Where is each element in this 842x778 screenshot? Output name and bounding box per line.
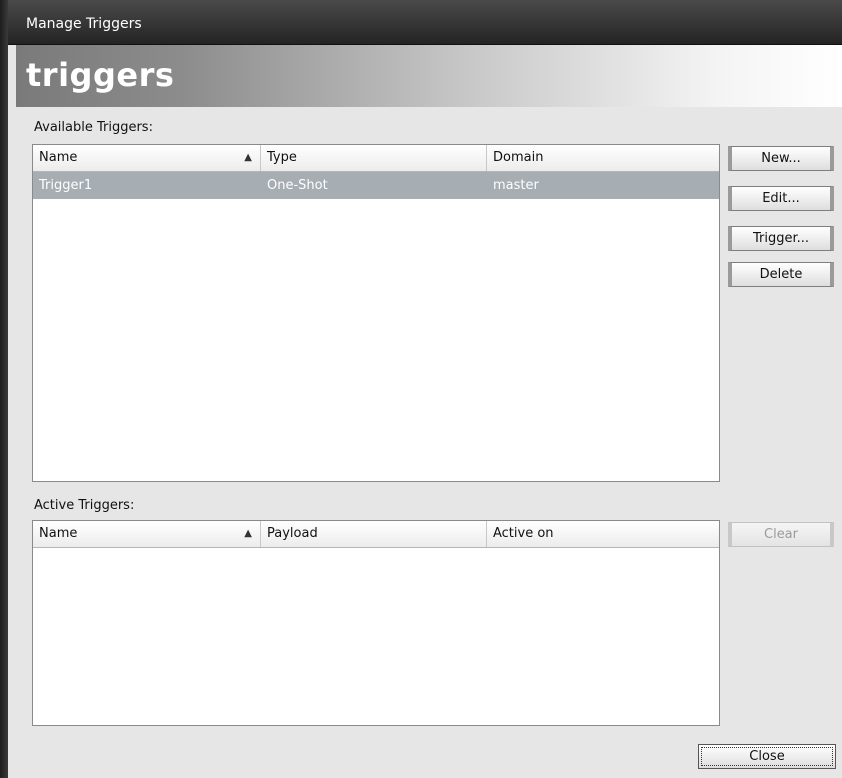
table-row[interactable]: Trigger1 One-Shot master (33, 172, 719, 199)
column-header-type[interactable]: Type (261, 145, 487, 171)
sort-ascending-icon: ▲ (244, 528, 252, 539)
close-button[interactable]: Close (698, 744, 836, 769)
column-header-payload[interactable]: Payload (261, 521, 487, 547)
column-header-active-on[interactable]: Active on (487, 521, 719, 547)
banner-title: triggers (26, 56, 175, 94)
delete-trigger-button[interactable]: Delete (728, 262, 834, 287)
active-list-header: Name ▲ Payload Active on (33, 521, 719, 548)
column-header-domain[interactable]: Domain (487, 145, 719, 171)
available-list-header: Name ▲ Type Domain (33, 145, 719, 172)
new-trigger-button[interactable]: New... (728, 146, 834, 171)
column-header-name-label: Name (39, 150, 78, 165)
fire-trigger-button[interactable]: Trigger... (728, 226, 834, 251)
dialog-content: Available Triggers: Name ▲ Type Domain T… (16, 108, 842, 778)
available-triggers-label: Available Triggers: (34, 120, 153, 135)
window-title: Manage Triggers (26, 16, 142, 32)
row-name-cell: Trigger1 (39, 178, 93, 193)
active-triggers-label: Active Triggers: (34, 498, 135, 513)
sort-ascending-icon: ▲ (244, 152, 252, 163)
manage-triggers-window: Manage Triggers triggers Available Trigg… (0, 0, 842, 778)
active-triggers-list[interactable]: Name ▲ Payload Active on (32, 520, 720, 726)
available-triggers-list[interactable]: Name ▲ Type Domain Trigger1 One-Shot mas… (32, 144, 720, 482)
column-header-name[interactable]: Name ▲ (33, 521, 261, 547)
clear-button[interactable]: Clear (728, 522, 834, 547)
window-left-edge (0, 0, 8, 778)
edit-trigger-button[interactable]: Edit... (728, 186, 834, 211)
column-header-name-label: Name (39, 526, 78, 541)
row-type-cell: One-Shot (267, 178, 328, 193)
row-domain-cell: master (493, 178, 539, 193)
title-bar[interactable]: Manage Triggers (8, 0, 842, 45)
column-header-name[interactable]: Name ▲ (33, 145, 261, 171)
